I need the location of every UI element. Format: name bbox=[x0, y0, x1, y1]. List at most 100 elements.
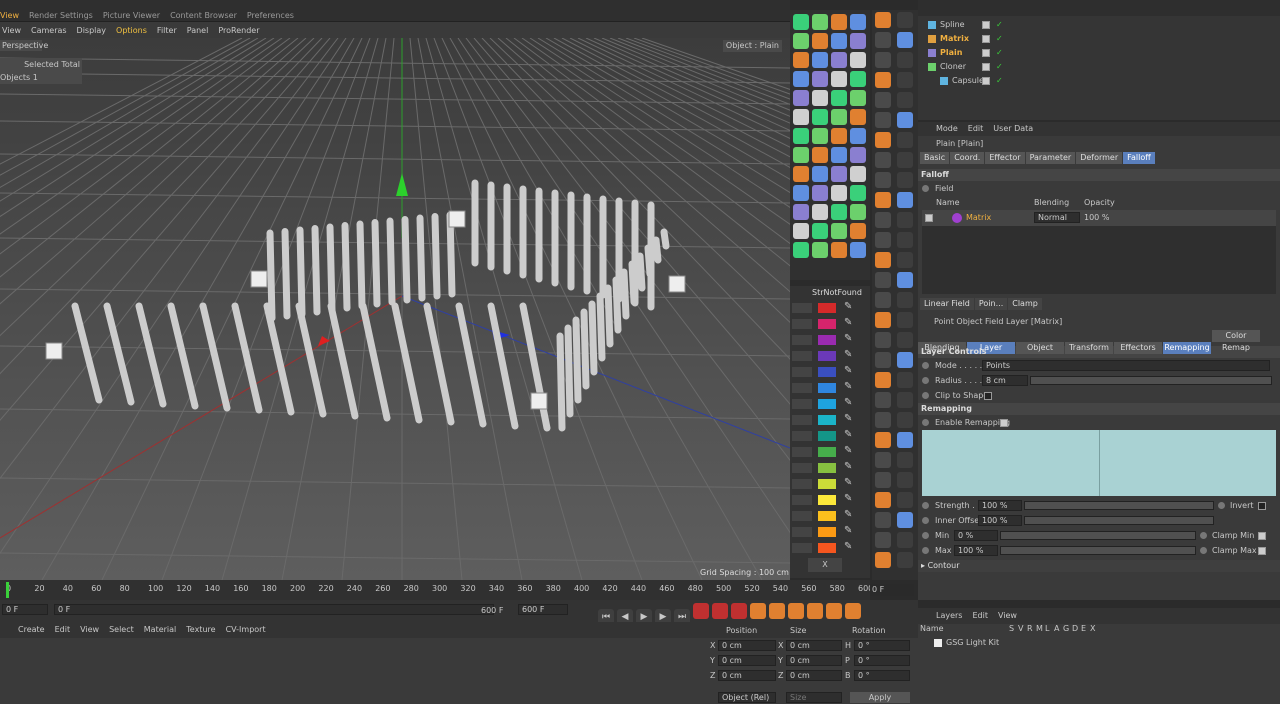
side-tool-icon[interactable] bbox=[875, 152, 891, 168]
attributes-menu-item[interactable]: Mode bbox=[936, 122, 958, 136]
invert-checkbox[interactable] bbox=[1258, 502, 1266, 510]
tool-icon[interactable] bbox=[812, 204, 828, 220]
tab-falloff[interactable]: Falloff bbox=[1123, 152, 1155, 164]
object-row[interactable]: Plain ✓ bbox=[918, 46, 1280, 60]
spline-point-handle[interactable] bbox=[45, 342, 63, 360]
color-mute[interactable] bbox=[792, 367, 812, 377]
side-tool-icon[interactable] bbox=[875, 432, 891, 448]
object-row[interactable]: Capsule ✓ bbox=[918, 74, 1280, 88]
side-tool-icon[interactable] bbox=[875, 312, 891, 328]
eyedropper-icon[interactable]: ✎ bbox=[844, 413, 852, 424]
layer-tool[interactable]: Clamp bbox=[1008, 298, 1042, 310]
spline-point-handle[interactable] bbox=[530, 392, 548, 410]
color-mute[interactable] bbox=[792, 495, 812, 505]
side-tool-icon[interactable] bbox=[897, 192, 913, 208]
tool-icon[interactable] bbox=[831, 128, 847, 144]
tab-basic[interactable]: Basic bbox=[920, 152, 950, 164]
tool-icon[interactable] bbox=[850, 185, 866, 201]
eyedropper-icon[interactable]: ✎ bbox=[844, 317, 852, 328]
color-row[interactable]: ✎ bbox=[790, 444, 870, 460]
color-swatch[interactable] bbox=[818, 479, 836, 489]
tool-icon[interactable] bbox=[831, 109, 847, 125]
material-menu-item[interactable]: Material bbox=[144, 622, 177, 638]
color-swatch[interactable] bbox=[818, 463, 836, 473]
top-menu-item[interactable]: View bbox=[0, 11, 19, 20]
color-mute[interactable] bbox=[792, 399, 812, 409]
max-slider[interactable] bbox=[1000, 546, 1196, 555]
side-tool-icon[interactable] bbox=[875, 392, 891, 408]
tool-icon[interactable] bbox=[812, 71, 828, 87]
tool-icon[interactable] bbox=[850, 166, 866, 182]
keyframe-tool-icon[interactable] bbox=[845, 603, 861, 619]
viewport-menu-item[interactable]: Filter bbox=[157, 26, 177, 35]
side-tool-icon[interactable] bbox=[875, 532, 891, 548]
color-row[interactable]: ✎ bbox=[790, 364, 870, 380]
tool-icon[interactable] bbox=[812, 90, 828, 106]
spline-point-handle[interactable] bbox=[448, 210, 466, 228]
spline-point-handle[interactable] bbox=[668, 275, 686, 293]
tool-icon[interactable] bbox=[831, 242, 847, 258]
tool-icon[interactable] bbox=[812, 147, 828, 163]
tool-icon[interactable] bbox=[850, 71, 866, 87]
radius-input[interactable]: 8 cm bbox=[982, 375, 1028, 386]
side-tool-icon[interactable] bbox=[875, 332, 891, 348]
tool-icon[interactable] bbox=[850, 14, 866, 30]
viewport-menu-item[interactable]: View bbox=[2, 26, 21, 35]
tool-icon[interactable] bbox=[850, 128, 866, 144]
object-enabled-icon[interactable]: ✓ bbox=[996, 74, 1003, 88]
tab-deformer[interactable]: Deformer bbox=[1076, 152, 1123, 164]
tab-parameter[interactable]: Parameter bbox=[1025, 152, 1076, 164]
clip-checkbox[interactable] bbox=[984, 392, 992, 400]
tool-icon[interactable] bbox=[793, 90, 809, 106]
object-enabled-icon[interactable]: ✓ bbox=[996, 32, 1003, 46]
side-tool-icon[interactable] bbox=[875, 452, 891, 468]
eyedropper-icon[interactable]: ✎ bbox=[844, 477, 852, 488]
tool-icon[interactable] bbox=[831, 52, 847, 68]
position-input[interactable]: 0 cm bbox=[718, 640, 776, 651]
field-row-opacity[interactable]: 100 % bbox=[1084, 210, 1109, 226]
viewport-menu-item[interactable]: Cameras bbox=[31, 26, 67, 35]
tool-icon[interactable] bbox=[831, 14, 847, 30]
top-menu-item[interactable]: Preferences bbox=[247, 11, 294, 20]
keyframe-tool-icon[interactable] bbox=[807, 603, 823, 619]
coords-mode-select[interactable]: Object (Rel) bbox=[718, 692, 776, 703]
eyedropper-icon[interactable]: ✎ bbox=[844, 509, 852, 520]
side-tool-icon[interactable] bbox=[897, 92, 913, 108]
viewport-menu-item[interactable]: Display bbox=[77, 26, 107, 35]
tool-icon[interactable] bbox=[812, 14, 828, 30]
color-row[interactable]: ✎ bbox=[790, 476, 870, 492]
layers-menu-item[interactable]: Edit bbox=[972, 608, 988, 624]
mode-radio[interactable] bbox=[922, 362, 929, 369]
eyedropper-icon[interactable]: ✎ bbox=[844, 397, 852, 408]
tool-icon[interactable] bbox=[831, 71, 847, 87]
side-tool-icon[interactable] bbox=[897, 472, 913, 488]
enable-remap-radio[interactable] bbox=[922, 419, 929, 426]
position-input[interactable]: 0 cm bbox=[718, 655, 776, 666]
apply-button[interactable]: Apply bbox=[850, 692, 910, 703]
eyedropper-icon[interactable]: ✎ bbox=[844, 365, 852, 376]
layers-menu-item[interactable]: View bbox=[998, 608, 1017, 624]
keyframe-tool-icon[interactable] bbox=[769, 603, 785, 619]
color-mute[interactable] bbox=[792, 527, 812, 537]
material-menu-item[interactable]: Edit bbox=[55, 622, 71, 638]
side-tool-icon[interactable] bbox=[897, 32, 913, 48]
eyedropper-icon[interactable]: ✎ bbox=[844, 541, 852, 552]
eyedropper-icon[interactable]: ✎ bbox=[844, 349, 852, 360]
field-enable-check[interactable] bbox=[925, 214, 933, 222]
color-row[interactable]: ✎ bbox=[790, 300, 870, 316]
attributes-menu-item[interactable]: User Data bbox=[993, 122, 1033, 136]
side-tool-icon[interactable] bbox=[875, 12, 891, 28]
inner-radio[interactable] bbox=[922, 517, 929, 524]
size-input[interactable]: 0 cm bbox=[786, 655, 842, 666]
side-tool-icon[interactable] bbox=[897, 152, 913, 168]
inner-input[interactable]: 100 % bbox=[978, 515, 1022, 526]
eyedropper-icon[interactable]: ✎ bbox=[844, 445, 852, 456]
color-mute[interactable] bbox=[792, 511, 812, 521]
tool-icon[interactable] bbox=[850, 109, 866, 125]
side-tool-icon[interactable] bbox=[875, 92, 891, 108]
side-tool-icon[interactable] bbox=[897, 292, 913, 308]
color-mute[interactable] bbox=[792, 335, 812, 345]
color-swatch[interactable] bbox=[818, 351, 836, 361]
object-visibility-check[interactable] bbox=[982, 21, 990, 29]
side-tool-icon[interactable] bbox=[875, 492, 891, 508]
